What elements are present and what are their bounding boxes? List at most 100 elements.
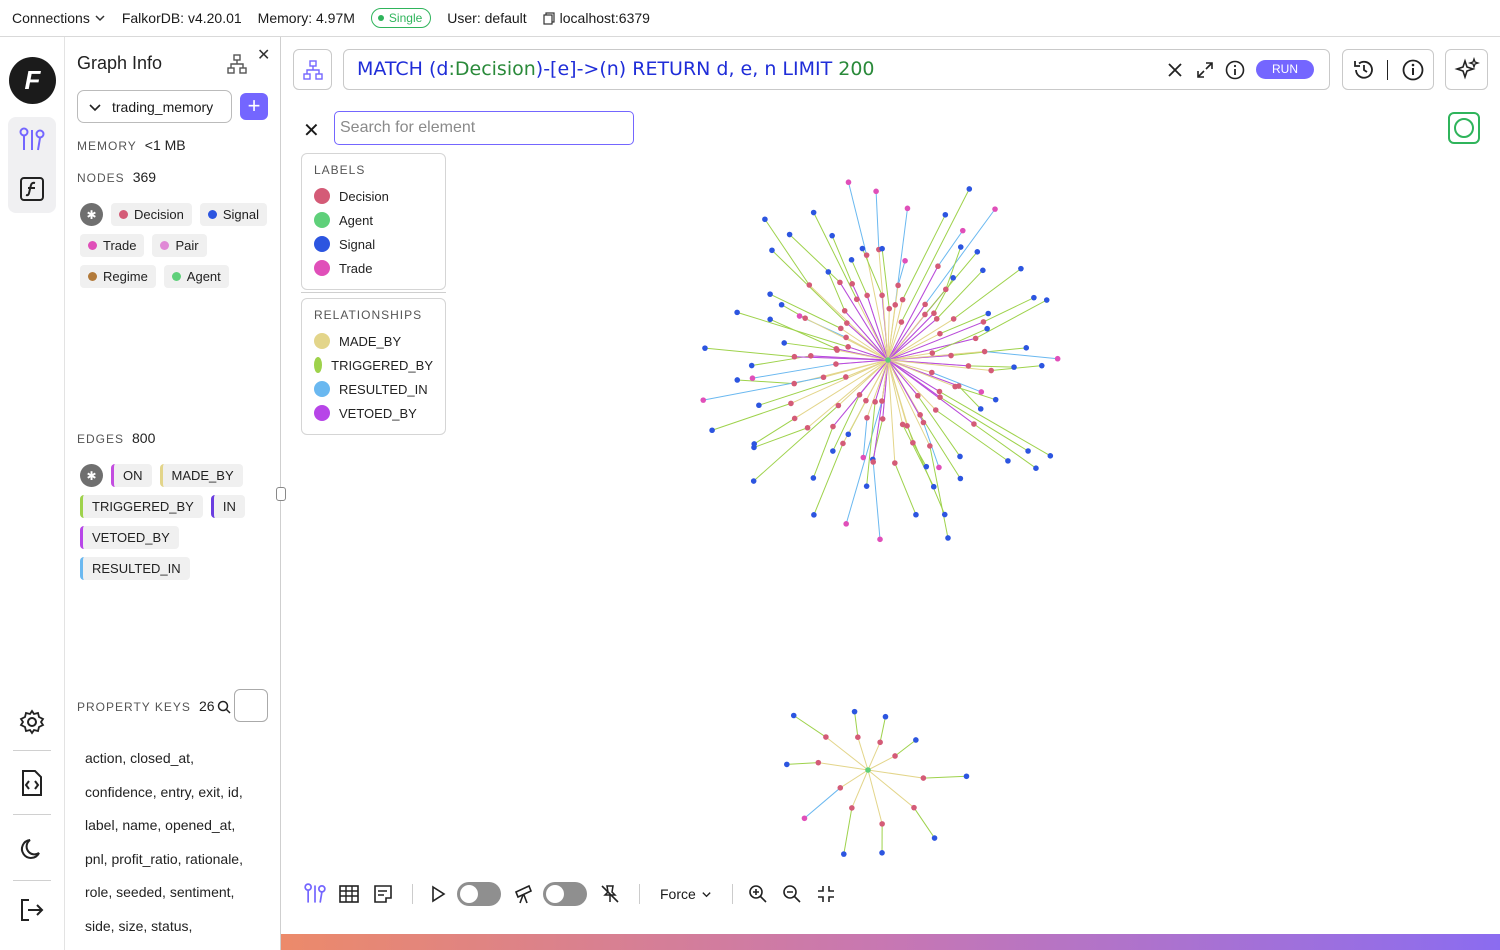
graph-node[interactable] (700, 397, 707, 403)
graph-node[interactable] (749, 375, 756, 382)
graph-edge[interactable] (924, 208, 996, 305)
graph-node[interactable] (1033, 465, 1039, 472)
graph-node[interactable] (879, 850, 885, 856)
graph-node[interactable] (856, 391, 863, 398)
graph-edge[interactable] (784, 342, 838, 351)
graph-edge[interactable] (929, 445, 949, 539)
graph-node[interactable] (788, 400, 794, 407)
graph-edge[interactable] (939, 313, 989, 335)
graph-node[interactable] (838, 325, 844, 332)
graph-node[interactable] (863, 483, 870, 489)
graph-node[interactable] (929, 350, 936, 356)
graph-node[interactable] (892, 753, 898, 759)
graph-node[interactable] (791, 415, 798, 422)
graph-node[interactable] (845, 179, 852, 186)
graph-node[interactable] (902, 258, 908, 264)
graph-edge[interactable] (704, 347, 795, 358)
graph-node[interactable] (863, 252, 870, 258)
graph-node[interactable] (1047, 453, 1054, 459)
graph-node[interactable] (963, 773, 970, 780)
graph-node[interactable] (791, 353, 798, 360)
graph-node[interactable] (917, 412, 923, 418)
graph-node[interactable] (948, 352, 954, 359)
fit-to-screen-icon[interactable] (811, 879, 841, 909)
graph-edge[interactable] (793, 715, 827, 738)
graph-edge[interactable] (843, 807, 853, 855)
layout-select[interactable]: Force (660, 886, 712, 902)
graph-node[interactable] (709, 427, 715, 434)
graph-node[interactable] (911, 804, 917, 811)
graph-node[interactable] (702, 345, 708, 351)
graph-edge[interactable] (894, 739, 917, 757)
graph-edge[interactable] (736, 311, 849, 348)
graph-node[interactable] (784, 761, 790, 768)
graph-node[interactable] (837, 279, 843, 286)
graph-node[interactable] (1031, 294, 1037, 301)
graph-node[interactable] (848, 257, 855, 263)
graph-node[interactable] (810, 209, 817, 216)
graph-canvas[interactable] (0, 0, 1500, 950)
graph-node[interactable] (950, 316, 957, 322)
graph-node[interactable] (851, 708, 858, 715)
graph-node[interactable] (767, 316, 773, 323)
graph-edge[interactable] (935, 409, 1009, 462)
graph-node[interactable] (833, 361, 839, 367)
graph-edge[interactable] (813, 212, 858, 300)
graph-node[interactable] (895, 282, 901, 289)
graph-node[interactable] (750, 478, 757, 484)
graph-node[interactable] (972, 335, 979, 342)
graph-node[interactable] (977, 406, 984, 412)
graph-node[interactable] (1025, 448, 1031, 454)
graph-node[interactable] (959, 227, 966, 234)
graph-node[interactable] (937, 330, 943, 337)
graph-node[interactable] (859, 245, 866, 252)
text-view-icon[interactable] (368, 879, 398, 909)
graph-node[interactable] (920, 775, 927, 781)
graph-node[interactable] (853, 296, 860, 303)
graph-node[interactable] (899, 421, 906, 428)
graph-node[interactable] (1011, 364, 1017, 370)
graph-node[interactable] (840, 440, 846, 447)
graph-node[interactable] (879, 416, 886, 422)
graph-node[interactable] (941, 511, 948, 518)
graph-node[interactable] (790, 712, 797, 719)
graph-edge[interactable] (737, 379, 795, 385)
graph-node[interactable] (930, 483, 937, 490)
graph-edge[interactable] (857, 737, 869, 771)
graph-edge[interactable] (887, 265, 939, 361)
graph-node[interactable] (751, 441, 758, 447)
graph-node[interactable] (879, 292, 885, 299)
animation-toggle[interactable] (457, 882, 501, 906)
graph-node[interactable] (920, 419, 927, 426)
graph-edge[interactable] (812, 426, 834, 479)
graph-edge[interactable] (933, 277, 954, 314)
graph-node[interactable] (950, 275, 956, 281)
graph-edge[interactable] (851, 259, 868, 296)
graph-edge[interactable] (902, 424, 935, 487)
graph-node[interactable] (734, 309, 740, 316)
graph-node[interactable] (781, 340, 787, 346)
graph-node[interactable] (879, 245, 885, 252)
graph-edge[interactable] (769, 318, 837, 350)
telescope-toggle[interactable] (543, 882, 587, 906)
graph-node[interactable] (992, 206, 998, 212)
graph-node[interactable] (873, 188, 879, 195)
label-legend-item[interactable]: Agent (314, 208, 433, 232)
telescope-icon[interactable] (509, 879, 539, 909)
graph-edge[interactable] (862, 417, 868, 458)
graph-edge[interactable] (968, 365, 1015, 368)
graph-node[interactable] (988, 367, 994, 374)
graph-node[interactable] (841, 307, 848, 314)
graph-node[interactable] (786, 231, 793, 238)
graph-node[interactable] (829, 232, 835, 239)
graph-node[interactable] (978, 389, 985, 395)
graph-node[interactable] (929, 369, 935, 376)
graph-edge[interactable] (711, 402, 792, 431)
graph-node[interactable] (942, 286, 949, 293)
graph-node[interactable] (980, 267, 986, 274)
relationship-legend-item[interactable]: VETOED_BY (314, 401, 433, 425)
graph-node[interactable] (942, 211, 949, 218)
graph-node[interactable] (863, 397, 869, 404)
graph-node[interactable] (877, 739, 883, 746)
graph-edge[interactable] (894, 462, 917, 515)
